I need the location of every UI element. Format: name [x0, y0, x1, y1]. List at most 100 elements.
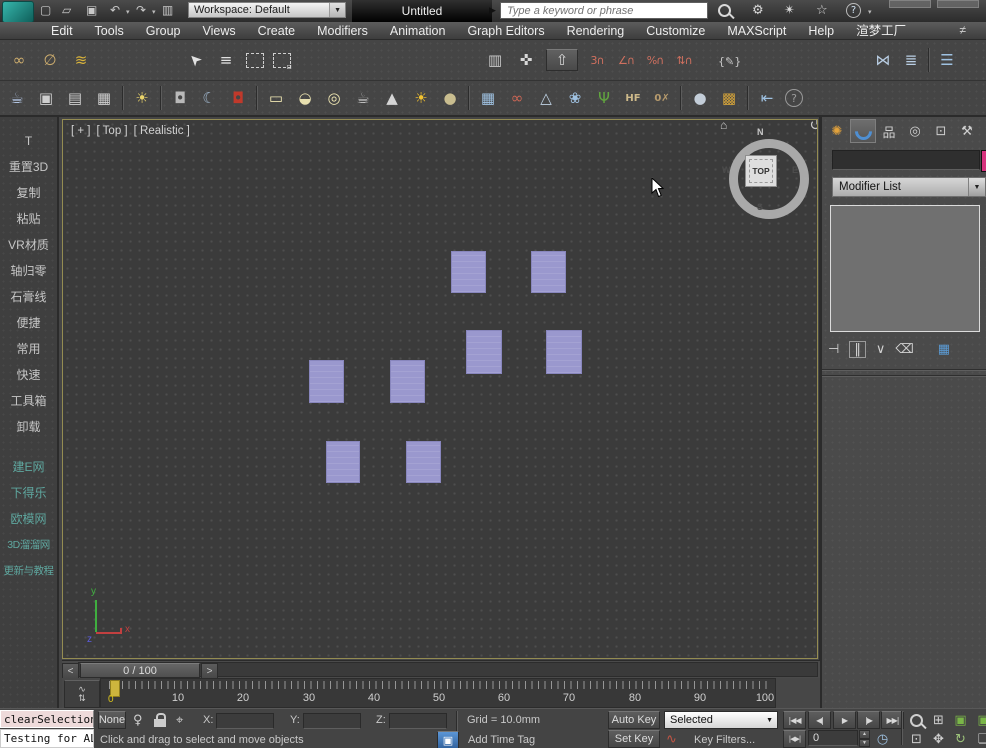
redo-icon[interactable]: ↷ — [136, 3, 146, 17]
go-to-start-button[interactable]: |◀◀ — [783, 711, 806, 729]
hair-hf-icon[interactable]: HF — [622, 85, 644, 111]
workspace-dropdown[interactable]: Workspace: Default ▼ — [188, 2, 346, 18]
menu-right-icon[interactable]: ≠ — [959, 23, 966, 37]
material-grid-icon[interactable]: ▩ — [718, 85, 740, 111]
zoom-tool-icon[interactable] — [910, 714, 923, 727]
spin-down-icon[interactable]: ▼ — [859, 739, 870, 748]
remove-modifier-icon[interactable]: ⌫ — [895, 342, 913, 357]
menu-modifiers[interactable]: Modifiers — [306, 22, 379, 40]
time-slider-thumb[interactable]: 0 / 100 — [80, 663, 200, 678]
doc-import-icon[interactable]: ⇤ — [756, 85, 778, 111]
align-icon[interactable]: ≣ — [900, 47, 922, 73]
sidebar-item-uninstall[interactable]: 卸载 — [2, 417, 55, 437]
rendered-frame-icon[interactable]: ▣ — [35, 85, 57, 111]
add-time-tag[interactable]: Add Time Tag — [468, 734, 535, 746]
fur-ox-icon[interactable]: 0✗ — [651, 85, 673, 111]
menu-animation[interactable]: Animation — [379, 22, 457, 40]
configure-modifier-sets-icon[interactable]: ▦ — [938, 342, 950, 357]
orbit-icon[interactable]: ↻ — [950, 730, 971, 748]
redo-caret-icon[interactable]: ▾ — [152, 8, 156, 16]
play-button[interactable]: ▶ — [833, 711, 856, 729]
bind-spacewarp-icon[interactable]: ≋ — [70, 47, 92, 73]
time-configuration-icon[interactable]: ◷ — [872, 730, 893, 748]
scene-object-box[interactable] — [531, 251, 566, 293]
percent-snap-icon[interactable]: %∩ — [644, 47, 666, 73]
scene-object-box[interactable] — [390, 360, 425, 403]
sidebar-item-paste[interactable]: 粘贴 — [2, 209, 55, 229]
select-object-icon[interactable]: ➤ — [178, 43, 212, 77]
selection-lock-icon[interactable] — [154, 713, 166, 727]
menu-maxscript[interactable]: MAXScript — [716, 22, 797, 40]
home-icon[interactable]: ⌂ — [720, 119, 727, 132]
next-frame-transport-button[interactable]: |▶ — [857, 711, 880, 729]
viewcube[interactable]: ⌂ ↺ N W E S TOP — [718, 124, 818, 224]
menu-views[interactable]: Views — [191, 22, 246, 40]
timeline-ruler[interactable]: 0 102030405060708090100 — [100, 678, 776, 708]
compass-north[interactable]: N — [757, 127, 764, 137]
search-icon[interactable] — [718, 4, 731, 17]
camera-red-icon[interactable]: ◘ — [227, 85, 249, 111]
gizmo-pyramid-icon[interactable]: △ — [535, 85, 557, 111]
grass-icon[interactable]: Ψ — [593, 85, 615, 111]
tab-motion[interactable]: ◎ — [902, 119, 928, 143]
sidebar-item-xiadele[interactable]: 下得乐 — [2, 483, 55, 503]
previous-frame-transport-button[interactable]: ◀| — [808, 711, 831, 729]
field-of-view-icon[interactable]: ⊡ — [906, 730, 927, 748]
wire-teapot-icon[interactable]: ☕ — [352, 85, 374, 111]
sidebar-item-copy[interactable]: 复制 — [2, 183, 55, 203]
maxscript-macro-line[interactable]: clearSelection — [0, 710, 94, 728]
viewport-menu-general[interactable]: [ + ] — [71, 125, 91, 137]
dome-light-icon[interactable]: ◒ — [294, 85, 316, 111]
render-teapot-icon[interactable]: ☕ — [6, 85, 28, 111]
time-slider-track[interactable]: 0 / 100 — [78, 662, 818, 677]
use-center-icon[interactable]: ▥ — [484, 47, 506, 73]
plane-light-icon[interactable]: ▭ — [265, 85, 287, 111]
render-setup-icon[interactable]: ▤ — [64, 85, 86, 111]
angle-snap-icon[interactable]: ∠∩ — [615, 47, 637, 73]
menu-rendering[interactable]: Rendering — [556, 22, 636, 40]
unlink-icon[interactable]: ∅ — [39, 47, 61, 73]
camera-night-icon[interactable]: ☾ — [198, 85, 220, 111]
viewport-menu-pov[interactable]: [ Top ] — [97, 125, 128, 137]
sidebar-item-quick[interactable]: 快速 — [2, 365, 55, 385]
keyboard-override-icon[interactable]: ⇧ — [546, 49, 578, 71]
key-filters-button[interactable]: Key Filters... — [694, 734, 755, 746]
sidebar-item-updates[interactable]: 更新与教程 — [2, 561, 55, 581]
sidebar-item-common[interactable]: 常用 — [2, 339, 55, 359]
pan-hand-icon[interactable]: ✥ — [928, 730, 949, 748]
open-file-icon[interactable]: ▱ — [62, 3, 71, 17]
z-coord-field[interactable] — [389, 713, 447, 729]
maxscript-listener-line[interactable]: Testing for AL( — [0, 729, 94, 748]
chevron-down-icon[interactable]: ▼ — [766, 717, 777, 724]
mini-curve-editor-button[interactable]: ∿ ⇅ — [64, 680, 100, 708]
sun-icon[interactable]: ☀ — [410, 85, 432, 111]
key-mode-dropdown[interactable]: Selected ▼ — [664, 711, 778, 729]
isolate-selection-button[interactable]: ▣ — [437, 731, 459, 748]
tab-hierarchy[interactable]: 品 — [876, 119, 902, 143]
camera-icon[interactable]: ◘ — [169, 85, 191, 111]
menu-tools[interactable]: Tools — [84, 22, 135, 40]
object-color-swatch[interactable] — [981, 150, 986, 172]
edit-named-sets-icon[interactable]: {✎} — [718, 48, 741, 74]
current-frame-field[interactable]: 0 — [808, 730, 858, 746]
sidebar-item-3dliuliu[interactable]: 3D溜溜网 — [2, 535, 55, 555]
sidebar-item-toolbox[interactable]: 工具箱 — [2, 391, 55, 411]
new-file-icon[interactable]: ▢ — [40, 3, 51, 17]
key-mode-toggle-button[interactable]: |◀▶| — [783, 730, 806, 748]
zoom-extents-icon[interactable]: ▣ — [950, 711, 971, 729]
scene-object-box[interactable] — [326, 441, 360, 483]
search-input[interactable]: Type a keyword or phrase — [500, 2, 708, 19]
spin-up-icon[interactable]: ▲ — [859, 730, 870, 739]
search-expand-icon[interactable]: ▶ — [489, 5, 496, 16]
sidebar-item-oumo[interactable]: 欧模网 — [2, 509, 55, 529]
max-logo-icon[interactable] — [2, 1, 34, 23]
menu-create[interactable]: Create — [247, 22, 307, 40]
star-icon[interactable]: ☆ — [816, 3, 828, 18]
tab-display[interactable]: ⊡ — [928, 119, 954, 143]
show-end-result-icon[interactable]: ‖ — [849, 341, 866, 358]
render-presets-icon[interactable]: ▦ — [93, 85, 115, 111]
make-unique-icon[interactable]: ∨ — [876, 342, 886, 357]
save-file-icon[interactable]: ▣ — [86, 3, 97, 17]
maximize-viewport-icon[interactable]: ❏ — [973, 730, 986, 748]
set-keys-curve-icon[interactable]: ∿ — [666, 732, 677, 747]
